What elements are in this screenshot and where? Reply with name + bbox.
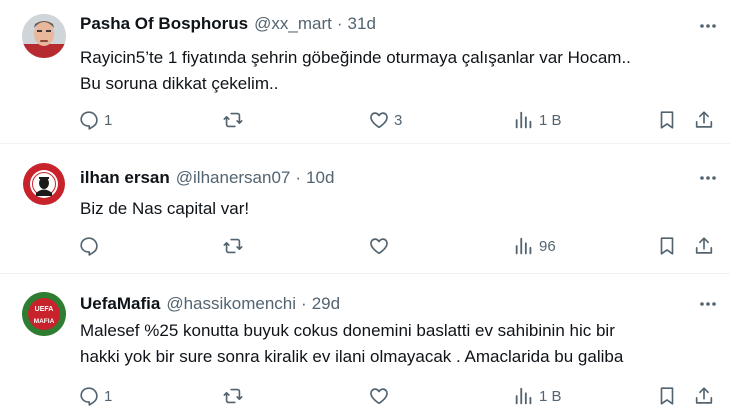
reply-count: 1 <box>104 387 113 405</box>
avatar[interactable] <box>22 162 66 206</box>
like-count: 3 <box>394 111 403 129</box>
more-button[interactable] <box>693 292 723 316</box>
like-button[interactable]: 3 <box>368 106 402 134</box>
display-name[interactable]: Pasha Of Bosphorus <box>80 14 248 34</box>
retweet-button[interactable] <box>222 382 248 410</box>
tweet-header: ilhan ersan @ilhanersan07 · 10d <box>80 168 334 188</box>
tweet-text-line: Biz de Nas capital var! <box>80 199 250 218</box>
share-icon <box>695 237 713 254</box>
reply-count: 1 <box>104 111 113 129</box>
like-button[interactable] <box>368 382 394 410</box>
tweet-actions: 1 3 1 B <box>0 106 730 134</box>
separator-dot: · <box>295 168 302 187</box>
timestamp[interactable]: 31d <box>348 14 376 34</box>
reply-icon <box>80 387 98 406</box>
tweet-header: UefaMafia @hassikomenchi · 29d <box>80 294 340 314</box>
display-name[interactable]: ilhan ersan <box>80 168 170 188</box>
bookmark-icon <box>660 111 674 129</box>
reply-button[interactable]: 1 <box>78 106 112 134</box>
tweet[interactable]: UEFA MAFIA UefaMafia @hassikomenchi · 29… <box>0 274 730 420</box>
logo-text-bottom: MAFIA <box>34 318 55 325</box>
views-button[interactable]: 1 B <box>513 106 562 134</box>
share-button[interactable] <box>693 106 715 134</box>
share-icon <box>695 387 713 404</box>
views-button[interactable]: 96 <box>513 232 556 260</box>
tweet-text-line: Bu soruna dikkat çekelim.. <box>80 74 279 93</box>
display-name[interactable]: UefaMafia <box>80 294 160 314</box>
tweet[interactable]: ilhan ersan @ilhanersan07 · 10d Biz de N… <box>0 144 730 274</box>
share-icon <box>695 111 713 128</box>
bookmark-button[interactable] <box>656 382 678 410</box>
reply-button[interactable]: 1 <box>78 382 112 410</box>
views-icon <box>515 111 532 129</box>
more-button[interactable] <box>693 166 723 190</box>
avatar[interactable] <box>22 14 66 58</box>
more-icon <box>700 302 716 306</box>
retweet-icon <box>223 112 243 128</box>
share-button[interactable] <box>693 382 715 410</box>
tweet-text-line: Malesef %25 konutta buyuk cokus donemini… <box>80 321 615 340</box>
bookmark-icon <box>660 387 674 405</box>
tweet-text-line: hakki yok bir sure sonra kiralik ev ilan… <box>80 347 624 366</box>
user-handle[interactable]: @ilhanersan07 <box>176 168 291 188</box>
avatar-photo <box>22 14 66 58</box>
reply-icon <box>80 111 98 130</box>
retweet-button[interactable] <box>222 232 248 260</box>
avatar-logo: UEFA MAFIA <box>22 292 66 336</box>
reply-button[interactable] <box>78 232 104 260</box>
views-count: 1 B <box>539 387 562 405</box>
retweet-icon <box>223 388 243 404</box>
logo-text-top: UEFA <box>35 306 54 313</box>
more-icon <box>700 176 716 180</box>
heart-icon <box>370 112 388 129</box>
separator-dot: · <box>301 294 307 313</box>
retweet-icon <box>223 238 243 254</box>
views-icon <box>515 387 532 405</box>
views-count: 1 B <box>539 111 562 129</box>
avatar[interactable]: UEFA MAFIA <box>22 292 66 336</box>
tweet-text: Malesef %25 konutta buyuk cokus donemini… <box>80 318 720 370</box>
bookmark-button[interactable] <box>656 232 678 260</box>
more-icon <box>700 24 716 28</box>
tweet-text: Rayicin5’te 1 fiyatında şehrin göbeğinde… <box>80 45 720 97</box>
reply-icon <box>80 237 98 256</box>
heart-icon <box>370 238 388 255</box>
separator-dot: · <box>336 14 343 33</box>
tweet-actions: 96 <box>0 232 730 260</box>
tweet-text: Biz de Nas capital var! <box>80 196 720 222</box>
timestamp[interactable]: 10d <box>306 168 334 188</box>
user-handle[interactable]: @xx_mart <box>254 14 332 34</box>
heart-icon <box>370 388 388 405</box>
views-count: 96 <box>539 237 556 255</box>
retweet-button[interactable] <box>222 106 248 134</box>
tweet[interactable]: Pasha Of Bosphorus @xx_mart · 31d Rayici… <box>0 0 730 144</box>
more-button[interactable] <box>693 14 723 38</box>
avatar-logo <box>23 163 65 205</box>
share-button[interactable] <box>693 232 715 260</box>
views-icon <box>515 237 532 255</box>
bookmark-button[interactable] <box>656 106 678 134</box>
views-button[interactable]: 1 B <box>513 382 562 410</box>
user-handle[interactable]: @hassikomenchi <box>166 294 296 314</box>
tweet-actions: 1 1 B <box>0 382 730 410</box>
tweet-header: Pasha Of Bosphorus @xx_mart · 31d <box>80 14 376 34</box>
like-button[interactable] <box>368 232 394 260</box>
tweet-text-line: Rayicin5’te 1 fiyatında şehrin göbeğinde… <box>80 48 631 67</box>
bookmark-icon <box>660 237 674 255</box>
timestamp[interactable]: 29d <box>312 294 340 314</box>
